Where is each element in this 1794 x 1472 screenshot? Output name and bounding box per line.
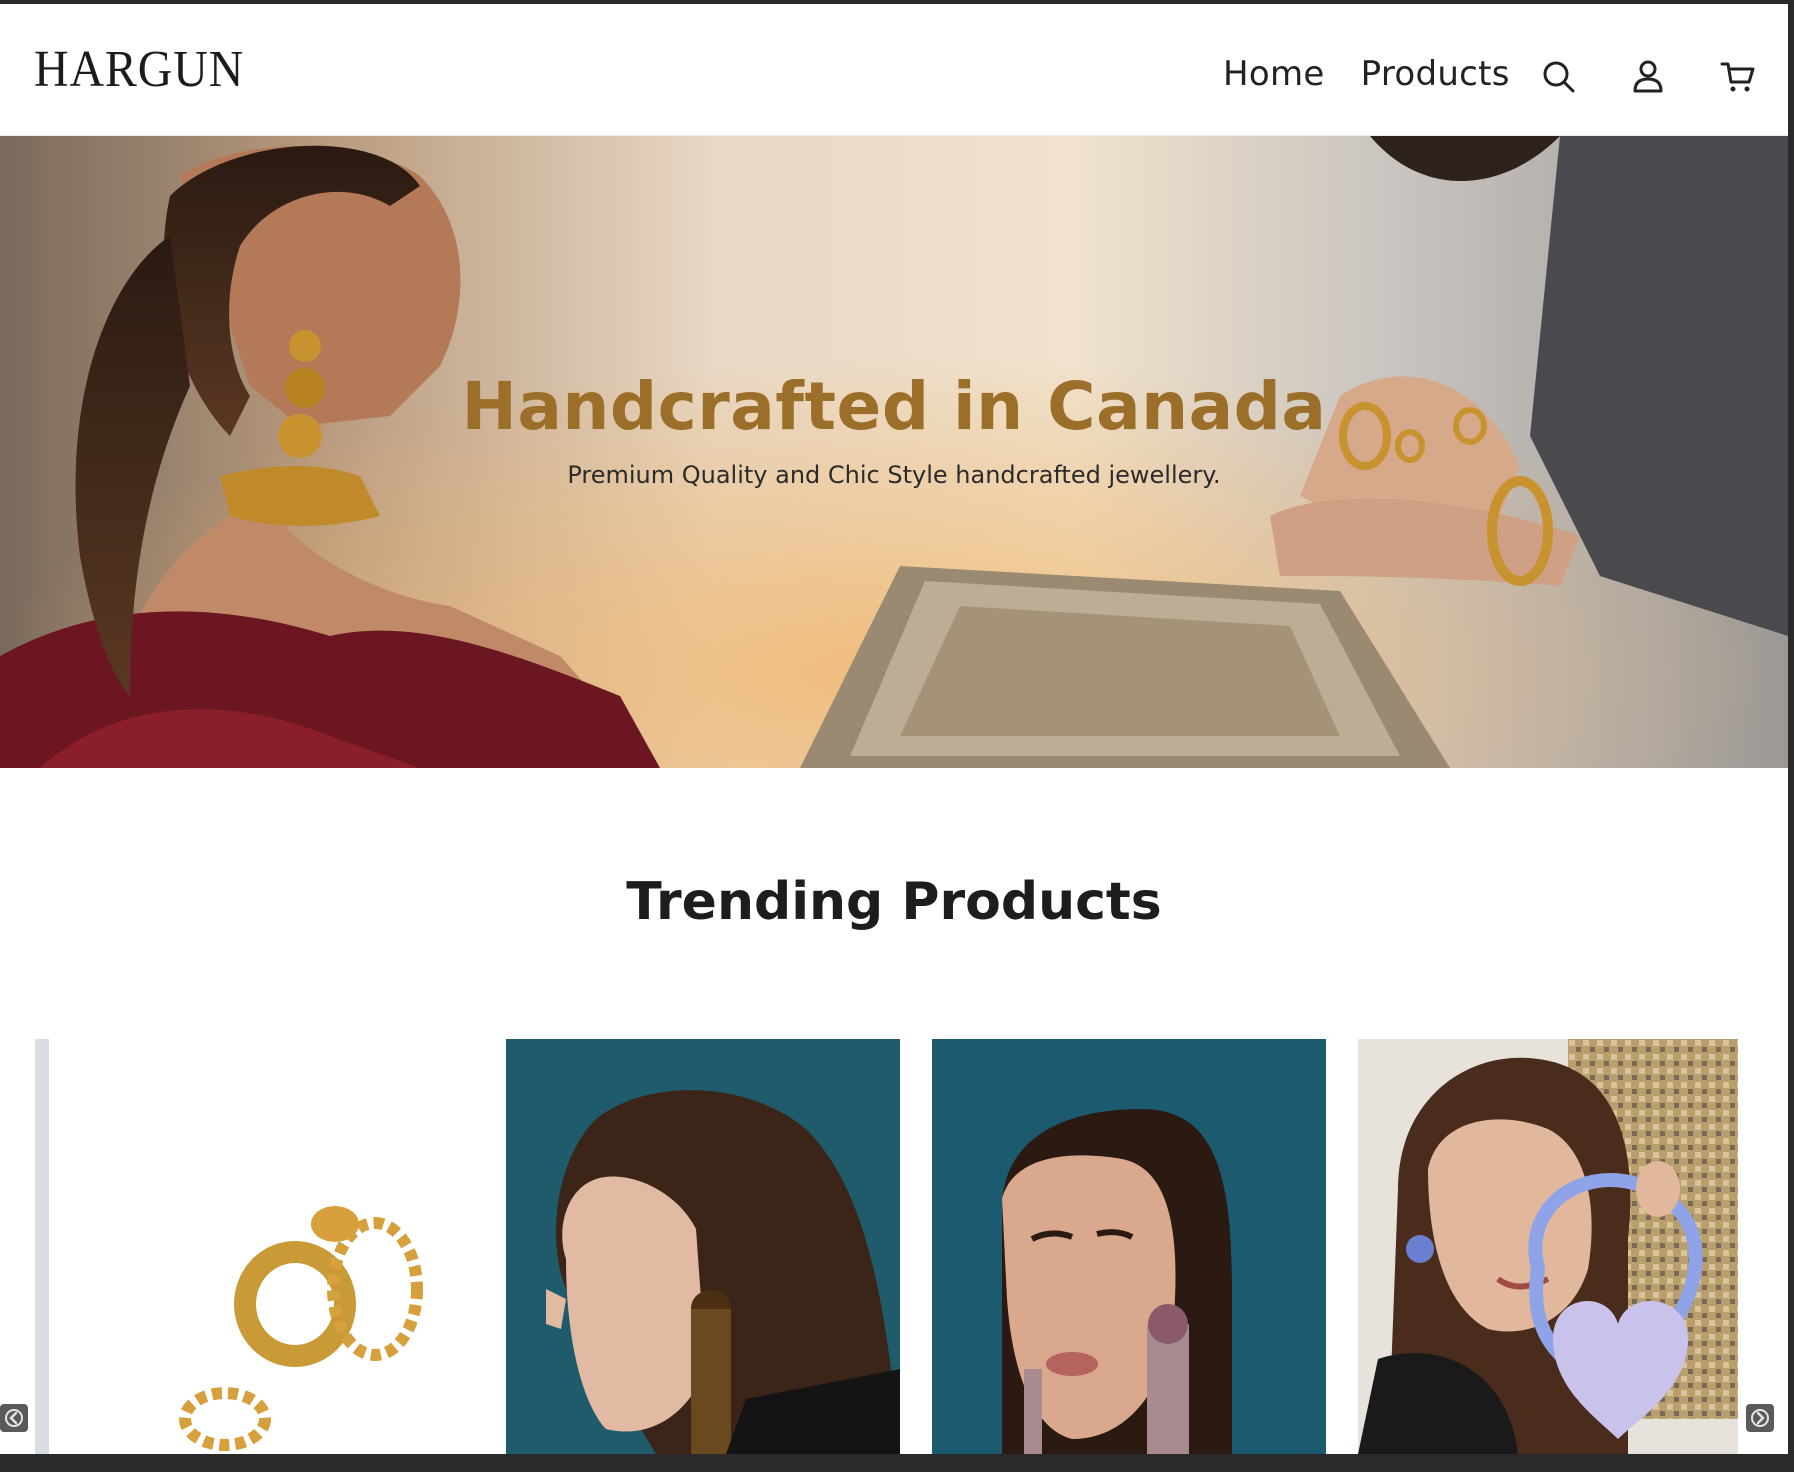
site-header: HARGUN Home Products <box>0 4 1788 136</box>
product-image-heart-bag <box>1358 1039 1738 1454</box>
product-card-3[interactable] <box>932 1039 1326 1454</box>
nav-home-link[interactable]: Home <box>1223 54 1325 94</box>
hero-image <box>0 136 1788 768</box>
product-image-rings <box>35 1039 475 1454</box>
product-card-2[interactable] <box>506 1039 900 1454</box>
page: HARGUN Home Products Handcrafted in Cana… <box>0 4 1788 1454</box>
hero-title: Handcrafted in Canada <box>461 368 1327 445</box>
chevron-left-icon <box>5 1409 23 1427</box>
trending-title: Trending Products <box>626 872 1162 932</box>
main-nav: Home Products <box>1223 54 1510 94</box>
chevron-right-icon <box>1751 1409 1769 1427</box>
nav-products-link[interactable]: Products <box>1361 54 1510 94</box>
trending-carousel <box>0 1039 1788 1454</box>
account-icon[interactable] <box>1630 58 1666 94</box>
product-image-gold-earring <box>506 1039 900 1454</box>
product-card-1[interactable] <box>35 1039 475 1454</box>
product-image-pink-earring <box>932 1039 1326 1454</box>
carousel-prev-button[interactable] <box>0 1404 28 1432</box>
brand-logo[interactable]: HARGUN <box>34 40 244 99</box>
cart-icon[interactable] <box>1720 58 1756 94</box>
hero-subtitle: Premium Quality and Chic Style handcraft… <box>567 461 1221 489</box>
hero-banner: Handcrafted in Canada Premium Quality an… <box>0 136 1788 768</box>
product-card-4[interactable] <box>1358 1039 1738 1454</box>
search-icon[interactable] <box>1540 58 1576 94</box>
carousel-next-button[interactable] <box>1746 1404 1774 1432</box>
